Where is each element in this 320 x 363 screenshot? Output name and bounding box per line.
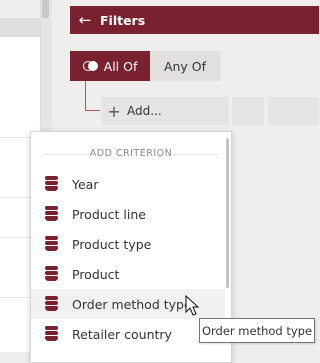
workspace-toolbar: [0, 18, 40, 36]
menu-item-label: Product type: [72, 236, 152, 252]
tooltip: Order method type: [199, 318, 315, 343]
menu-item-product-line[interactable]: Product line: [31, 199, 225, 229]
placeholder-slot: [232, 97, 264, 125]
menu-item-label: Order method type: [72, 296, 192, 312]
database-icon: [44, 176, 60, 192]
menu-scrollbar-thumb[interactable]: [226, 138, 229, 288]
all-of-toggle[interactable]: All Of: [70, 51, 150, 81]
placeholder-slot: [268, 97, 319, 125]
plus-icon: +: [107, 101, 121, 121]
menu-item-label: Retailer country: [72, 326, 172, 342]
any-of-label: Any Of: [163, 58, 207, 74]
filters-title: Filters: [100, 12, 146, 28]
menu-item-label: Year: [72, 176, 99, 192]
menu-item-label: Product line: [72, 206, 146, 222]
menu-item-retailer-country[interactable]: Retailer country: [31, 319, 225, 349]
heading-divider: [172, 154, 218, 155]
workspace-scrollbar-thumb[interactable]: [42, 0, 49, 18]
all-of-label: All Of: [103, 58, 138, 74]
intersect-icon: [82, 61, 98, 71]
menu-item-product[interactable]: Product: [31, 259, 225, 289]
add-criterion-button[interactable]: + Add...: [101, 97, 229, 125]
database-icon: [44, 206, 60, 222]
database-icon: [44, 266, 60, 282]
tree-connector: [85, 81, 86, 111]
any-of-toggle[interactable]: Any Of: [150, 51, 220, 81]
arrow-left-icon[interactable]: ←: [70, 6, 100, 34]
menu-item-year[interactable]: Year: [31, 169, 225, 199]
database-icon: [44, 236, 60, 252]
database-icon: [44, 326, 60, 342]
tree-connector: [85, 110, 100, 111]
add-criterion-label: Add...: [127, 104, 162, 118]
mouse-pointer-icon: [185, 295, 200, 316]
filters-header: ← Filters: [70, 6, 319, 34]
database-icon: [44, 296, 60, 312]
menu-item-label: Product: [72, 266, 120, 282]
menu-item-product-type[interactable]: Product type: [31, 229, 225, 259]
